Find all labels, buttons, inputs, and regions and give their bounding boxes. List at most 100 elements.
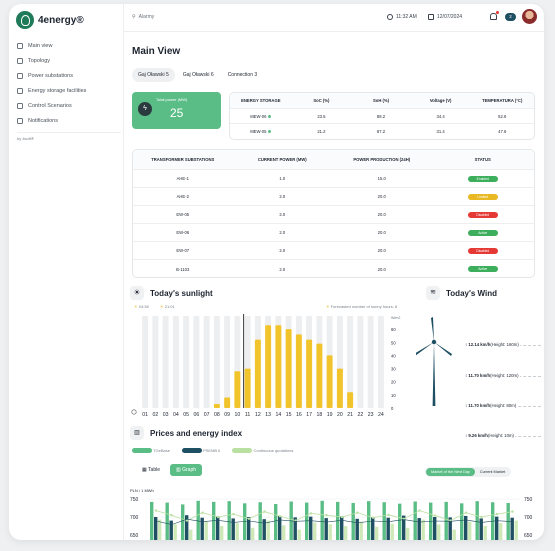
prices-title: Prices and energy index [150,429,243,438]
bar-continuous [514,520,518,540]
current-market-button[interactable]: Current Market [475,468,510,476]
graph-icon: ▥ [176,467,181,473]
y-tick-label: 750 [130,497,139,503]
y-tick-label: 50 [391,340,396,345]
grid-icon [17,42,23,49]
table-header: TRANSFORMER SUBSTATIONS CURRENT POWER (M… [133,150,534,170]
continuous-point [325,514,328,517]
time-value: 11:32 AM [396,14,417,20]
nav-item-power-substations[interactable]: Power substations [17,68,121,83]
bar-continuous [344,526,348,540]
storage-name: MEW-06 [230,114,292,119]
table-row[interactable]: EW-07 2.0 20.0 Disabled [133,242,534,260]
bar-background [213,316,220,408]
table-row[interactable]: EW-05 2.0 20.0 Disabled [133,206,534,224]
bar-continuous [313,522,317,540]
bar-psemb [216,516,220,540]
table-row[interactable]: MEW-05 21.2 87.2 31.4 47.6 [230,124,534,139]
x-tick-label: 09 [224,412,230,418]
bar-psemb [510,517,514,540]
graph-view-button[interactable]: ▥ Graph [170,464,203,476]
substation-power: 2.0 [279,248,286,253]
sun-bar [295,334,302,408]
bar-continuous [390,523,394,540]
y-tick-label: 20 [391,380,396,385]
bar-continuous [468,521,472,540]
tab-gaj-olawski-6[interactable]: Gaj Oławski 6 [177,68,220,82]
y-tick-label: 10 [391,393,396,398]
wind-turbine-icon [416,317,452,406]
x-tick-label: 10 [234,412,240,418]
continuous-point [511,510,514,513]
x-tick-label: 01 [142,412,148,418]
alarm-link[interactable]: ⚲ Alarmy [132,14,154,20]
sun-bar [336,368,343,408]
notification-count[interactable]: 2 [505,13,516,21]
x-tick-label: 12 [255,412,261,418]
bar-continuous [282,525,286,540]
table-row[interactable]: AHE-1 1.0 15.0 Enabled [133,170,534,188]
nav-item-control-scenarios[interactable]: Control Scenarios [17,98,121,113]
table-row[interactable]: MEW-06 23.5 88.2 34.4 52.6 [230,109,534,124]
sidebar: 4energy® Main view Topology Power substa… [9,4,124,540]
bar-psemb [417,518,421,540]
bar-background [193,316,200,408]
wind-speed: 9.26 km/h [468,433,488,438]
x-tick-label: 15 [286,412,292,418]
tab-connection-3[interactable]: Connection 3 [222,68,263,82]
table-row[interactable]: EW-06 2.0 20.0 Active [133,224,534,242]
sunrise-icon: ☀ [134,304,138,309]
substation-name: EW-07 [176,248,190,253]
avatar[interactable] [522,9,537,24]
wind-level-label: ↕ 12.14 km/h(Height: 160m) [464,342,520,347]
legend-tgebase: TGeBase [132,448,170,454]
logo[interactable]: 4energy® [16,11,84,29]
table-view-button[interactable]: ▦ Table [136,464,166,476]
nav-item-energy-storage[interactable]: Energy storage facilities [17,83,121,98]
substation-power: 2.0 [279,194,286,199]
alarm-icon: ⚲ [132,14,136,20]
app-frame: 4energy® Main view Topology Power substa… [9,4,544,540]
x-tick-label: 07 [204,412,210,418]
status-badge: Disabled [467,211,498,218]
sun-bar [285,329,292,408]
wind-height: (Height: 160m) [490,342,519,347]
x-tick-label: 11 [245,412,250,418]
nav-item-main-view[interactable]: Main view [17,38,121,53]
bar-psemb [169,520,173,540]
nav-item-notifications[interactable]: Notifications [17,113,121,128]
substation-name: B-1103 [176,266,190,272]
continuous-point [263,510,266,513]
status-badge: Limited [467,193,498,200]
bar-psemb [433,517,437,540]
status-cell: Disabled [432,247,534,254]
substation-prod: 20.0 [377,230,386,235]
col-header: SoH (%) [372,98,390,103]
bar-background [377,316,384,408]
continuous-point [387,513,390,517]
market-next-day-button[interactable]: Market of the Next Day [426,468,475,476]
tab-gaj-olawski-5[interactable]: Gaj Oławski 5 [132,68,175,82]
x-tick-label: 14 [275,412,281,418]
col-header: CURRENT POWER (MW) [257,157,307,162]
wind-level-label: ↕ 9.26 km/h(Height: 10m) [464,433,515,438]
substation-power: 2.0 [279,212,286,217]
bar-continuous [359,521,363,540]
x-tick-label: 16 [296,412,302,418]
sun-bar [306,339,313,408]
nav-item-topology[interactable]: Topology [17,53,121,68]
notification-bell-icon[interactable] [490,13,497,20]
bar-continuous [375,526,379,540]
substation-icon [17,72,23,79]
continuous-point [356,511,359,514]
top-bar: ⚲ Alarmy 11:32 AM 12/07/2024 2 [124,4,544,32]
sun-bar [347,392,354,408]
clock-icon [131,409,137,415]
bar-background [367,316,374,408]
table-row[interactable]: B-1103 2.0 20.0 Active [133,260,534,277]
status-badge: Enabled [467,175,498,182]
bar-tgebase [196,500,200,540]
table-row[interactable]: AHE-2 2.0 20.0 Limited [133,188,534,206]
bar-background [224,316,231,408]
sun-bar [316,343,323,408]
